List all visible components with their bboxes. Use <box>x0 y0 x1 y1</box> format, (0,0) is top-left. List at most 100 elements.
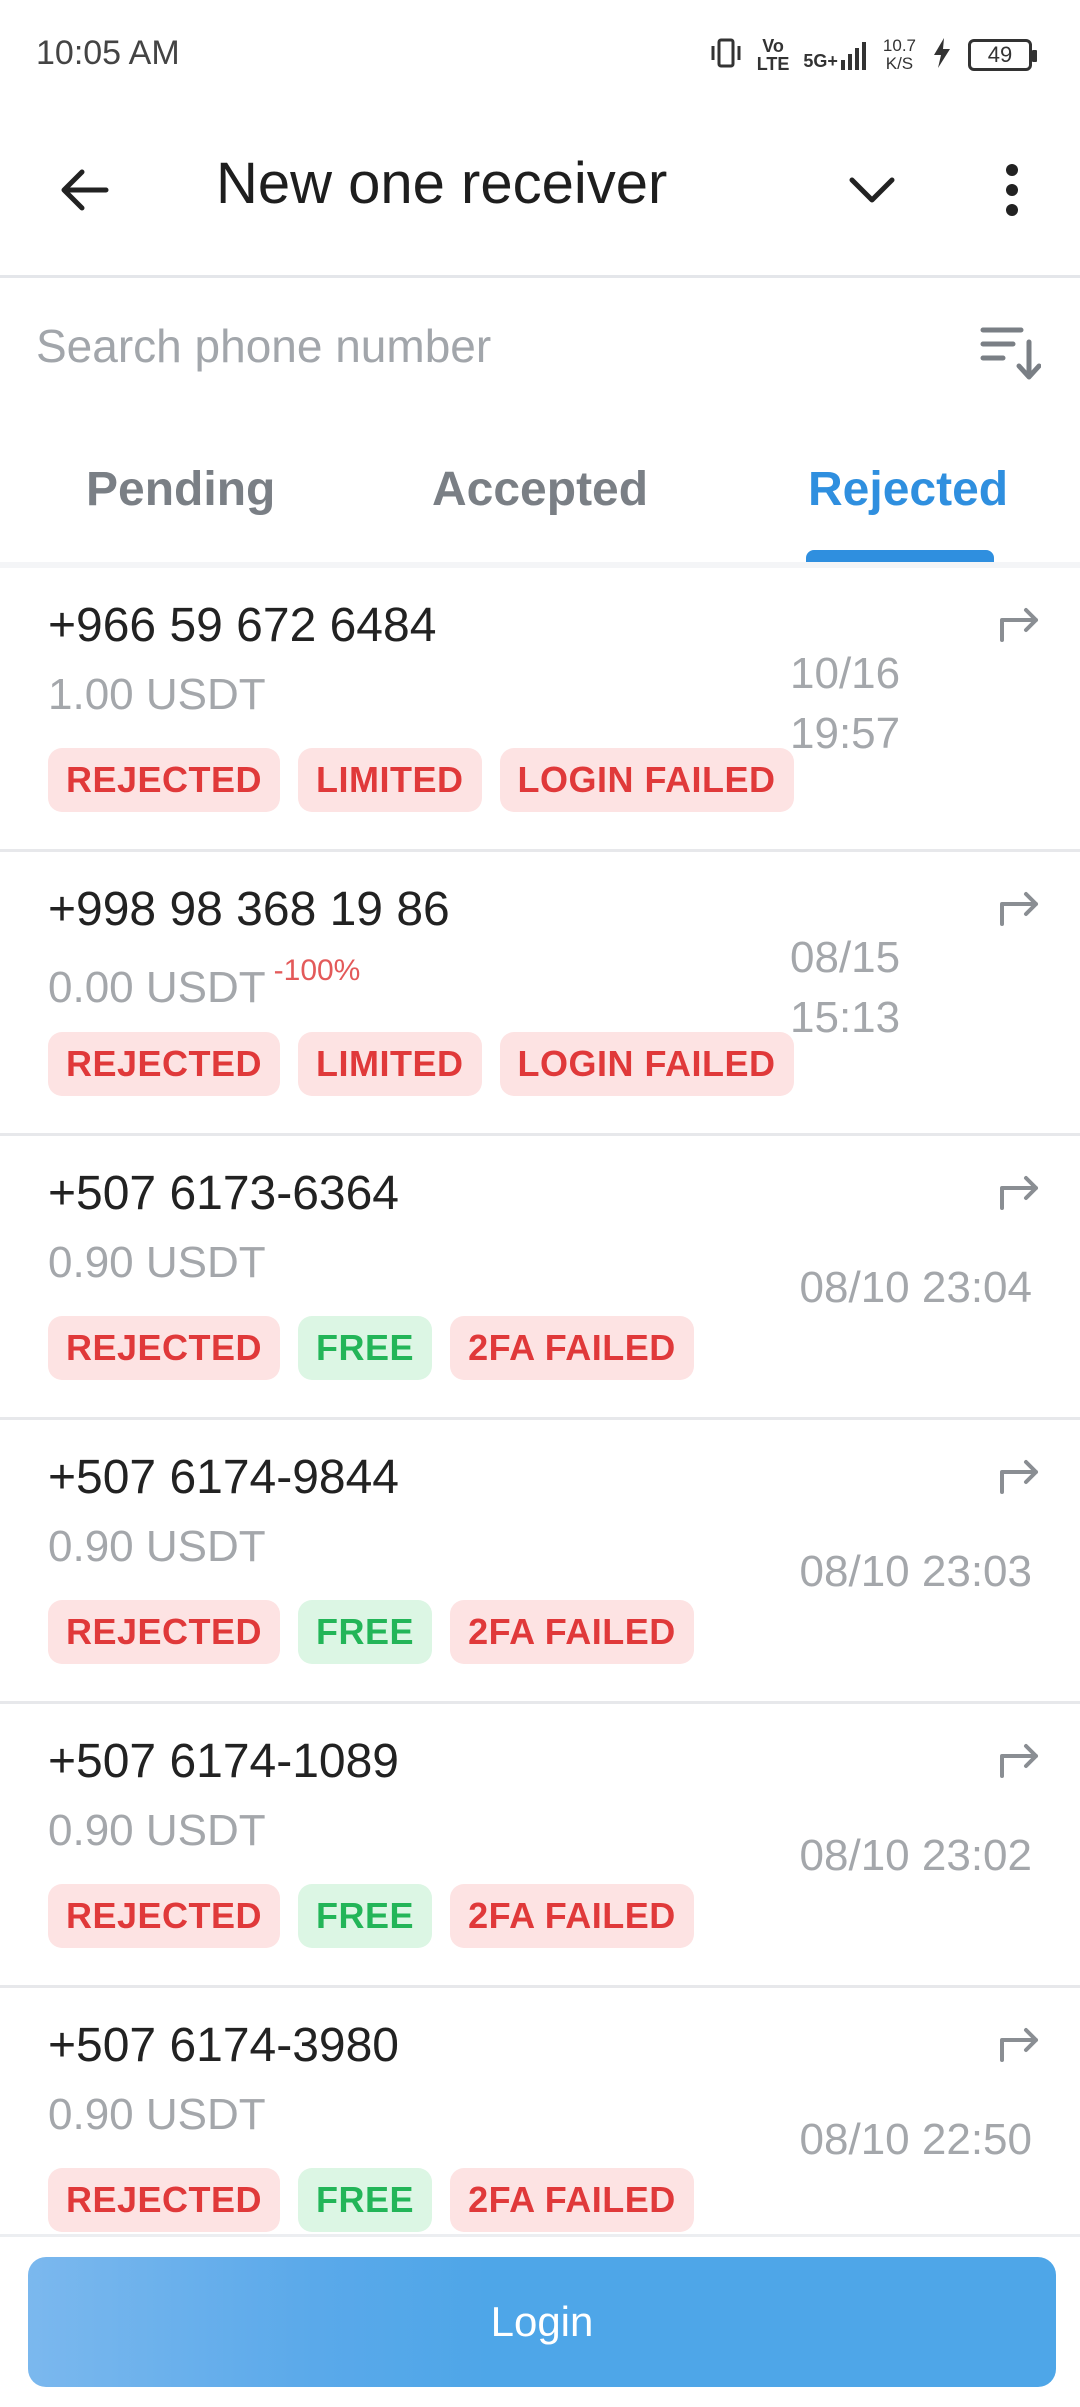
status-badge: LIMITED <box>298 748 482 812</box>
amount: 0.90 USDT <box>48 2090 266 2140</box>
badge-group: REJECTED FREE 2FA FAILED <box>48 1600 694 1664</box>
status-badge: REJECTED <box>48 2168 281 2232</box>
status-badge: FREE <box>298 1316 433 1380</box>
search-input[interactable] <box>36 311 936 381</box>
back-button[interactable] <box>48 154 120 226</box>
list-item[interactable]: +507 6174-3980 0.90 USDT REJECTED FREE 2… <box>0 1988 1080 2234</box>
list-item[interactable]: +966 59 672 6484 1.00 USDT REJECTED LIMI… <box>0 568 1080 852</box>
volte-indicator: Vo LTE <box>756 36 790 74</box>
status-badge: REJECTED <box>48 1316 281 1380</box>
amount-value: 0.90 USDT <box>48 1238 266 1287</box>
battery-icon: 49 <box>968 39 1037 71</box>
sort-button[interactable] <box>974 315 1046 387</box>
badge-group: REJECTED LIMITED LOGIN FAILED <box>48 748 794 812</box>
share-arrow-icon <box>1000 2028 1038 2062</box>
network-speed: 10.7 K/S <box>882 36 916 73</box>
amount: 1.00 USDT <box>48 670 266 720</box>
list-item[interactable]: +998 98 368 19 86 0.00 USDT -100% REJECTE… <box>0 852 1080 1136</box>
network-type: 5G+ <box>803 51 838 71</box>
title-dropdown-button[interactable] <box>836 154 908 226</box>
sort-descending-icon <box>980 327 1041 380</box>
time: 19:57 <box>790 709 901 758</box>
timestamp: 08/10 23:02 <box>799 1831 1032 1880</box>
badge-group: REJECTED FREE 2FA FAILED <box>48 2168 694 2232</box>
share-button[interactable] <box>992 596 1048 652</box>
tab-accepted[interactable]: Accepted <box>432 462 648 517</box>
login-button[interactable]: Login <box>28 2257 1056 2387</box>
share-button[interactable] <box>992 1732 1048 1788</box>
status-tabs: Pending Accepted Rejected <box>0 416 1080 562</box>
status-badge: FREE <box>298 2168 433 2232</box>
active-tab-indicator <box>806 550 994 562</box>
amount-value: 0.00 USDT <box>48 963 266 1012</box>
amount-value: 1.00 USDT <box>48 670 266 719</box>
date: 08/15 <box>790 933 901 982</box>
share-button[interactable] <box>992 1448 1048 1504</box>
amount-value: 0.90 USDT <box>48 1806 266 1855</box>
phone-number: +966 59 672 6484 <box>48 599 437 652</box>
timestamp: 10/16 19:57 <box>790 644 940 764</box>
more-options-button[interactable] <box>976 150 1048 230</box>
timestamp: 08/10 23:04 <box>799 1263 1032 1312</box>
status-icons: Vo LTE 5G+ 10.7 K/S 49 <box>709 30 1037 80</box>
phone-number: +507 6174-9844 <box>48 1451 399 1504</box>
timestamp: 08/15 15:13 <box>790 928 940 1048</box>
date: 10/16 <box>790 649 901 698</box>
status-badge: 2FA FAILED <box>450 1884 694 1948</box>
list-item[interactable]: +507 6174-9844 0.90 USDT REJECTED FREE 2… <box>0 1420 1080 1704</box>
status-badge: LIMITED <box>298 1032 482 1096</box>
timestamp: 08/10 22:50 <box>799 2115 1032 2164</box>
status-badge: FREE <box>298 1884 433 1948</box>
share-button[interactable] <box>992 880 1048 936</box>
search-bar <box>0 281 1080 416</box>
phone-number: +507 6174-1089 <box>48 1735 399 1788</box>
status-badge: FREE <box>298 1600 433 1664</box>
app-bar: New one receiver <box>0 110 1080 278</box>
share-button[interactable] <box>992 2016 1048 2072</box>
charging-icon <box>930 36 954 75</box>
phone-number: +507 6174-3980 <box>48 2019 399 2072</box>
share-arrow-icon <box>1000 1176 1038 1210</box>
status-bar: 10:05 AM Vo LTE 5G+ 10.7 K/S 49 <box>0 0 1080 110</box>
phone-number: +998 98 368 19 86 <box>48 883 450 936</box>
share-button[interactable] <box>992 1164 1048 1220</box>
status-time: 10:05 AM <box>36 34 180 72</box>
back-arrow-icon <box>61 169 109 211</box>
amount: 0.90 USDT <box>48 1806 266 1856</box>
phone-number: +507 6173-6364 <box>48 1167 399 1220</box>
status-badge: REJECTED <box>48 1600 281 1664</box>
receiver-list[interactable]: +966 59 672 6484 1.00 USDT REJECTED LIMI… <box>0 562 1080 2234</box>
badge-group: REJECTED FREE 2FA FAILED <box>48 1884 694 1948</box>
amount: 0.90 USDT <box>48 1522 266 1572</box>
more-vert-icon <box>1006 164 1018 216</box>
status-badge: REJECTED <box>48 748 281 812</box>
percent-change: -100% <box>273 954 361 987</box>
status-badge: REJECTED <box>48 1884 281 1948</box>
share-arrow-icon <box>1000 892 1038 926</box>
share-arrow-icon <box>1000 608 1038 642</box>
tab-pending[interactable]: Pending <box>86 462 275 517</box>
amount: 0.90 USDT <box>48 1238 266 1288</box>
battery-level: 49 <box>987 42 1013 67</box>
tab-rejected[interactable]: Rejected <box>808 462 1008 517</box>
chevron-down-icon <box>849 177 895 203</box>
amount: 0.00 USDT -100% <box>48 954 360 1013</box>
status-badge: LOGIN FAILED <box>499 1032 794 1096</box>
page-title: New one receiver <box>216 151 668 216</box>
status-badge: REJECTED <box>48 1032 281 1096</box>
amount-value: 0.90 USDT <box>48 1522 266 1571</box>
list-item[interactable]: +507 6174-1089 0.90 USDT REJECTED FREE 2… <box>0 1704 1080 1988</box>
timestamp: 08/10 23:03 <box>799 1547 1032 1596</box>
badge-group: REJECTED FREE 2FA FAILED <box>48 1316 694 1380</box>
amount-value: 0.90 USDT <box>48 2090 266 2139</box>
status-badge: 2FA FAILED <box>450 1316 694 1380</box>
status-badge: 2FA FAILED <box>450 1600 694 1664</box>
share-arrow-icon <box>1000 1460 1038 1494</box>
signal-icon: 5G+ <box>803 40 869 70</box>
list-item[interactable]: +507 6173-6364 0.90 USDT REJECTED FREE 2… <box>0 1136 1080 1420</box>
bottom-action-bar: Login <box>0 2234 1080 2407</box>
badge-group: REJECTED LIMITED LOGIN FAILED <box>48 1032 794 1096</box>
vibrate-icon <box>709 36 743 75</box>
share-arrow-icon <box>1000 1744 1038 1778</box>
status-badge: LOGIN FAILED <box>499 748 794 812</box>
